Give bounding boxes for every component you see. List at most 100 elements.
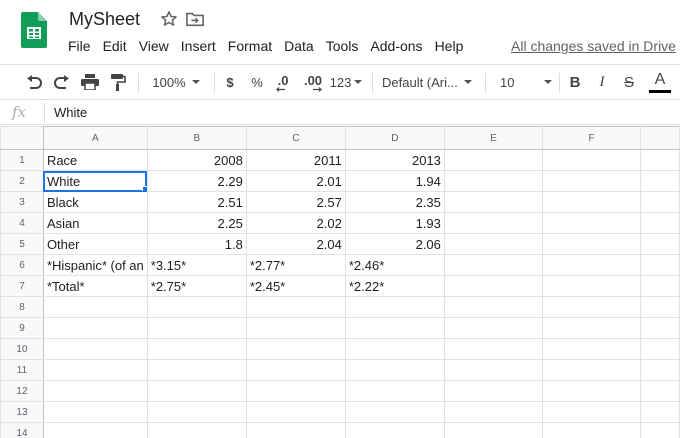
- cell-d5[interactable]: 2.06: [344, 233, 445, 255]
- cell-a14[interactable]: [42, 422, 148, 438]
- cell-e6[interactable]: [443, 254, 544, 276]
- cell-b13[interactable]: [146, 401, 247, 423]
- cell-overflow[interactable]: [640, 254, 680, 276]
- cell-d10[interactable]: [344, 338, 445, 360]
- row-header[interactable]: 2: [0, 170, 44, 192]
- cell-overflow[interactable]: [640, 338, 680, 360]
- more-formats-select[interactable]: 123: [328, 65, 364, 99]
- cell-c13[interactable]: [245, 401, 346, 423]
- bold-button[interactable]: B: [566, 65, 584, 99]
- cell-overflow[interactable]: [640, 296, 680, 318]
- cell-overflow[interactable]: [640, 170, 680, 192]
- cell-b4[interactable]: 2.25: [146, 212, 247, 234]
- cell-b10[interactable]: [146, 338, 247, 360]
- column-header-d[interactable]: D: [344, 126, 445, 150]
- cell-overflow[interactable]: [640, 380, 680, 402]
- cell-c12[interactable]: [245, 380, 346, 402]
- cell-e9[interactable]: [443, 317, 544, 339]
- menu-help[interactable]: Help: [429, 38, 470, 54]
- cell-c7[interactable]: *2.45*: [245, 275, 346, 297]
- cell-e5[interactable]: [443, 233, 544, 255]
- cell-a12[interactable]: [42, 380, 148, 402]
- menu-addons[interactable]: Add-ons: [364, 38, 428, 54]
- cell-f10[interactable]: [541, 338, 642, 360]
- cell-e10[interactable]: [443, 338, 544, 360]
- cell-a6[interactable]: *Hispanic* (of an: [42, 254, 148, 276]
- paint-format-button[interactable]: [108, 65, 128, 99]
- decrease-decimal-button[interactable]: .0: [272, 65, 294, 99]
- cell-f11[interactable]: [541, 359, 642, 381]
- cell-c3[interactable]: 2.57: [245, 191, 346, 213]
- cell-overflow[interactable]: [640, 275, 680, 297]
- font-family-select[interactable]: Default (Ari...: [382, 65, 478, 99]
- percent-format-button[interactable]: %: [247, 65, 267, 99]
- cell-e7[interactable]: [443, 275, 544, 297]
- cell-a5[interactable]: Other: [42, 233, 148, 255]
- cell-e13[interactable]: [443, 401, 544, 423]
- row-header[interactable]: 13: [0, 401, 44, 423]
- cell-c11[interactable]: [245, 359, 346, 381]
- row-header[interactable]: 12: [0, 380, 44, 402]
- row-header[interactable]: 14: [0, 422, 44, 438]
- cell-overflow[interactable]: [640, 317, 680, 339]
- cell-d14[interactable]: [344, 422, 445, 438]
- fill-handle[interactable]: [141, 186, 147, 191]
- cell-overflow[interactable]: [640, 401, 680, 423]
- menu-view[interactable]: View: [133, 38, 175, 54]
- cell-a4[interactable]: Asian: [42, 212, 148, 234]
- italic-button[interactable]: I: [593, 65, 611, 99]
- cell-b11[interactable]: [146, 359, 247, 381]
- google-sheets-logo[interactable]: [21, 12, 47, 48]
- cell-c2[interactable]: 2.01: [245, 170, 346, 192]
- cell-c8[interactable]: [245, 296, 346, 318]
- column-header-f[interactable]: F: [541, 126, 642, 150]
- cell-a11[interactable]: [42, 359, 148, 381]
- column-header-c[interactable]: C: [245, 126, 346, 150]
- cell-c10[interactable]: [245, 338, 346, 360]
- cell-d7[interactable]: *2.22*: [344, 275, 445, 297]
- column-header-b[interactable]: B: [146, 126, 247, 150]
- cell-b5[interactable]: 1.8: [146, 233, 247, 255]
- cell-f8[interactable]: [541, 296, 642, 318]
- cell-c9[interactable]: [245, 317, 346, 339]
- cell-e4[interactable]: [443, 212, 544, 234]
- cell-overflow[interactable]: [640, 191, 680, 213]
- cell-e1[interactable]: [443, 149, 544, 171]
- cell-e8[interactable]: [443, 296, 544, 318]
- menu-edit[interactable]: Edit: [97, 38, 133, 54]
- folder-move-icon[interactable]: [186, 11, 204, 27]
- undo-button[interactable]: [24, 65, 44, 99]
- row-header[interactable]: 7: [0, 275, 44, 297]
- cell-d2[interactable]: 1.94: [344, 170, 445, 192]
- text-color-button[interactable]: A: [648, 65, 672, 99]
- column-header-e[interactable]: E: [443, 126, 544, 150]
- cell-d8[interactable]: [344, 296, 445, 318]
- menu-data[interactable]: Data: [278, 38, 320, 54]
- cell-a8[interactable]: [42, 296, 148, 318]
- cell-f3[interactable]: [541, 191, 642, 213]
- redo-button[interactable]: [52, 65, 72, 99]
- row-header[interactable]: 1: [0, 149, 44, 171]
- cell-f4[interactable]: [541, 212, 642, 234]
- cell-f13[interactable]: [541, 401, 642, 423]
- font-size-select[interactable]: 10: [494, 65, 552, 99]
- menu-file[interactable]: File: [62, 38, 97, 54]
- cell-f5[interactable]: [541, 233, 642, 255]
- cell-a13[interactable]: [42, 401, 148, 423]
- cell-b2[interactable]: 2.29: [146, 170, 247, 192]
- menu-insert[interactable]: Insert: [175, 38, 222, 54]
- cell-f2[interactable]: [541, 170, 642, 192]
- cell-a3[interactable]: Black: [42, 191, 148, 213]
- menu-format[interactable]: Format: [222, 38, 278, 54]
- cell-c14[interactable]: [245, 422, 346, 438]
- cell-overflow[interactable]: [640, 422, 680, 438]
- row-header[interactable]: 8: [0, 296, 44, 318]
- cell-a2[interactable]: White: [42, 170, 148, 192]
- cell-d12[interactable]: [344, 380, 445, 402]
- strikethrough-button[interactable]: S: [620, 65, 638, 99]
- menu-tools[interactable]: Tools: [320, 38, 365, 54]
- cell-a1[interactable]: Race: [42, 149, 148, 171]
- cell-e14[interactable]: [443, 422, 544, 438]
- cell-d13[interactable]: [344, 401, 445, 423]
- cell-f9[interactable]: [541, 317, 642, 339]
